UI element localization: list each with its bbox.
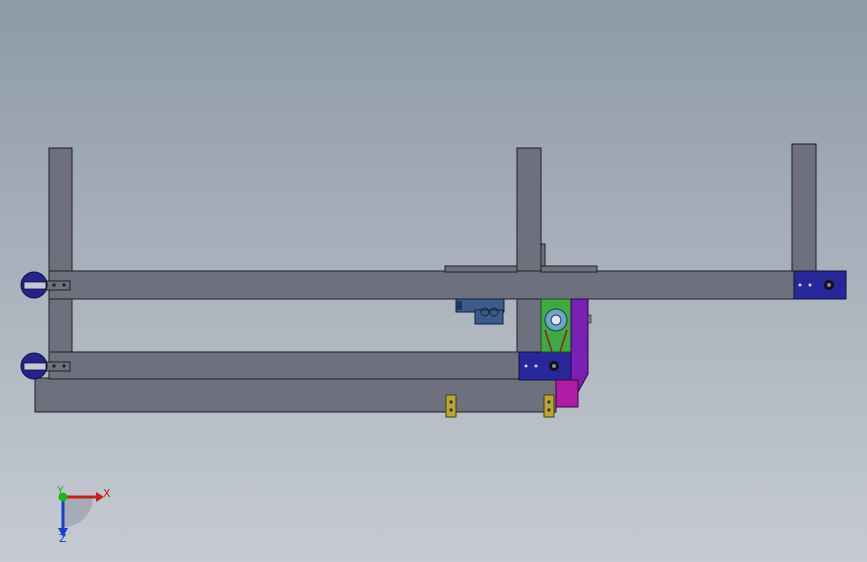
left-post[interactable]	[48, 147, 73, 381]
x-axis-label: X	[103, 487, 111, 500]
bearing-block-right[interactable]	[793, 270, 847, 300]
bearing-block-middle[interactable]	[518, 351, 572, 381]
left-end-plate-lower[interactable]	[43, 361, 71, 372]
y-axis-label: Y	[56, 484, 64, 497]
foot-post-left[interactable]	[445, 394, 457, 418]
lower-beam[interactable]	[48, 351, 573, 380]
middle-post[interactable]	[516, 147, 542, 381]
bottom-beam[interactable]	[34, 377, 557, 413]
mount-plate-left[interactable]	[444, 265, 518, 273]
foot-post-right[interactable]	[543, 394, 555, 418]
cad-viewport[interactable]: X Y Z	[0, 0, 867, 562]
mount-plate-right[interactable]	[540, 265, 598, 273]
upper-beam[interactable]	[48, 270, 846, 300]
mount-bracket[interactable]	[540, 243, 546, 267]
cad-canvas[interactable]: X Y Z	[0, 0, 867, 562]
z-axis-label: Z	[59, 532, 67, 545]
left-end-plate-upper[interactable]	[43, 280, 71, 291]
right-post[interactable]	[791, 143, 817, 274]
